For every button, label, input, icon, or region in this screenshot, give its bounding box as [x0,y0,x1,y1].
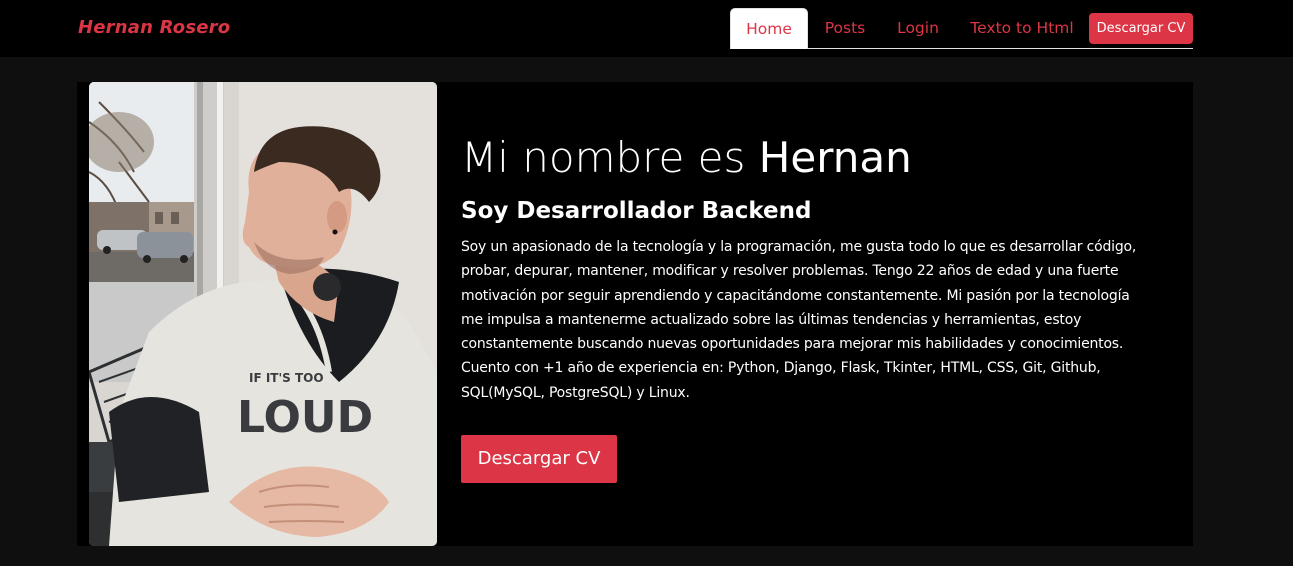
hero-download-cv-button[interactable]: Descargar CV [461,435,617,483]
bio-line: constantemente buscando nuevas oportunid… [461,336,1124,353]
bio-line: Soy un apasionado de la tecnología y la … [461,239,1137,255]
nav-texto-to-html-link[interactable]: Texto to Html [960,8,1084,49]
bio-line: motivación por seguir aprendiendo y capa… [461,287,1130,304]
navbar: Hernan Rosero Home Posts Login Texto to … [0,0,1293,57]
nav-login-link[interactable]: Login [884,8,952,49]
hero-title: Mi nombre es Hernan [461,132,1176,184]
bio-line: probar, depurar, mantener, modificar y r… [461,263,1119,280]
bio-line: Cuento con +1 año de experiencia en: Pyt… [461,360,1101,377]
nav-posts-link[interactable]: Posts [812,8,878,49]
hero-bio: Soy un apasionado de la tecnología y la … [461,235,1176,405]
bio-line: me impulsa a mantenerme actualizado sobr… [461,311,1082,328]
hero-title-name: Hernan [758,133,912,182]
bio-line: SQL(MySQL, PostgreSQL) y Linux. [461,384,690,401]
hero-section: IF IT'S TOO LOUD Mi nombre es Hernan Soy… [77,82,1193,546]
brand-logo[interactable]: Hernan Rosero [78,17,230,38]
profile-photo: IF IT'S TOO LOUD [89,82,437,546]
nav-home-link[interactable]: Home [730,8,808,49]
hero-subtitle: Soy Desarrollador Backend [461,198,812,224]
hoodie-small-text: IF IT'S TOO [249,371,324,385]
hero-title-prefix: Mi nombre es [461,133,759,182]
hoodie-print-text: LOUD [237,392,373,443]
nav-download-cv-button[interactable]: Descargar CV [1089,13,1193,44]
